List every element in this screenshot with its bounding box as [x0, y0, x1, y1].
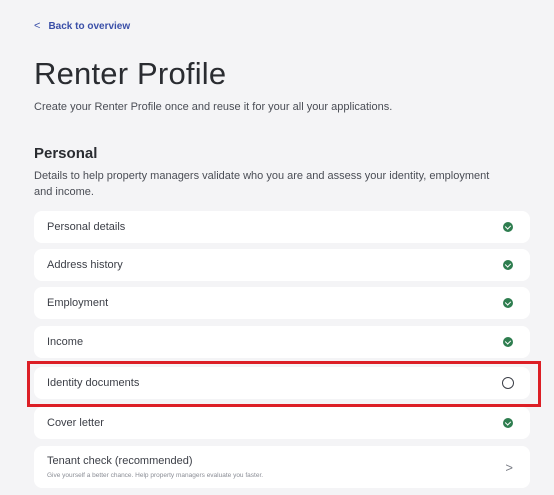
item-label: Tenant check (recommended) [47, 455, 193, 467]
chevron-right-icon: > [505, 459, 513, 475]
item-label: Employment [47, 297, 109, 309]
item-label: Income [47, 336, 84, 348]
check-circle-icon [503, 222, 513, 232]
back-to-overview-link[interactable]: < Back to overview [34, 20, 130, 32]
check-circle-icon [503, 260, 513, 270]
page-title: Renter Profile [34, 56, 227, 91]
item-address-history[interactable]: Address history [34, 249, 530, 281]
chevron-left-icon: < [34, 20, 41, 32]
item-hint: Give yourself a better chance. Help prop… [47, 472, 264, 479]
item-label: Address history [47, 259, 123, 271]
section-title: Personal [34, 145, 98, 162]
back-link-label: Back to overview [48, 20, 131, 32]
item-tenant-check[interactable]: Tenant check (recommended) Give yourself… [34, 446, 530, 488]
item-employment[interactable]: Employment [34, 287, 530, 319]
empty-circle-icon [502, 377, 514, 389]
item-label: Personal details [47, 221, 126, 233]
check-circle-icon [503, 337, 513, 347]
page-subtitle: Create your Renter Profile once and reus… [34, 101, 393, 113]
check-circle-icon [503, 298, 513, 308]
item-label: Cover letter [47, 417, 104, 429]
item-personal-details[interactable]: Personal details [34, 211, 530, 243]
check-circle-icon [503, 418, 513, 428]
item-identity-documents[interactable]: Identity documents [34, 367, 530, 399]
section-description: Details to help property managers valida… [34, 170, 490, 198]
item-cover-letter[interactable]: Cover letter [34, 407, 530, 439]
item-label: Identity documents [47, 377, 140, 389]
item-income[interactable]: Income [34, 326, 530, 358]
